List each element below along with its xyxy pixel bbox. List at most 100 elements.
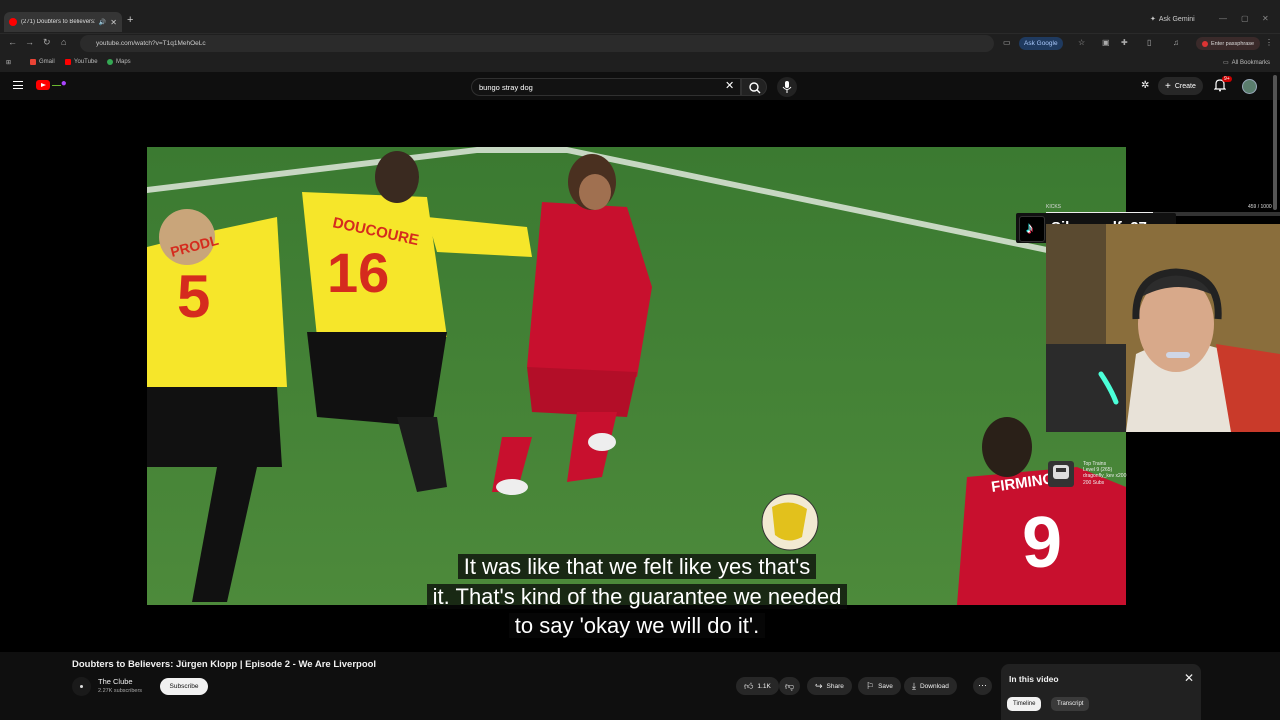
channel-name[interactable]: The Clube (98, 677, 133, 686)
bookmark-youtube[interactable]: YouTube (65, 59, 98, 65)
gmail-icon (30, 59, 36, 65)
cast-settings-icon[interactable]: ✲ (1141, 80, 1149, 91)
menu-icon[interactable] (13, 81, 23, 89)
ask-google-label: Ask Google (1024, 40, 1058, 47)
minimize-icon[interactable]: — (1219, 14, 1227, 23)
dislike-button[interactable]: 👎︎ (779, 677, 801, 695)
plus-icon: + (1165, 80, 1171, 92)
cast-icon[interactable]: ▭ (1003, 38, 1011, 47)
bookmarks-bar: ⊞ Gmail YouTube Maps ▭ All Bookmarks (0, 53, 1280, 72)
media-icon[interactable]: ♫ (1173, 38, 1179, 47)
thumbs-up-icon: 👍︎ (744, 680, 754, 691)
more-actions-icon[interactable]: ⋯ (973, 677, 992, 695)
youtube-header: ـــ● bungo stray dog ✕ ✲ + Create 9+ (0, 72, 1280, 100)
bookmark-gmail[interactable]: Gmail (30, 59, 55, 65)
subscribe-button[interactable]: Subscribe (160, 678, 208, 695)
all-bookmarks-label: All Bookmarks (1231, 59, 1271, 66)
video-frame[interactable]: 5 PRODL 16 DOUCOURE FIRMINO 9 (147, 147, 1126, 605)
subscriber-count: 2.27K subscribers (98, 688, 143, 694)
video-title: Doubters to Believers: Jürgen Klopp | Ep… (72, 659, 377, 670)
youtube-doodle-icon[interactable]: ـــ● (52, 78, 67, 89)
download-label: Download (919, 682, 949, 690)
clear-search-icon[interactable]: ✕ (725, 80, 734, 92)
video-captions: It was like that we felt like yes that's… (404, 552, 870, 641)
voice-search-button[interactable] (777, 77, 797, 97)
folder-icon: ▭ (1223, 60, 1229, 66)
address-bar[interactable]: youtube.com/watch?v=T1q1MehOeLc (80, 35, 994, 52)
football-scene-image: 5 PRODL 16 DOUCOURE FIRMINO 9 (147, 147, 1126, 605)
tab-title: (271) Doubters to Believers: (21, 19, 95, 25)
extension-icon[interactable]: ▣ (1102, 38, 1110, 47)
passphrase-label: Enter passphrase (1211, 40, 1255, 47)
create-label: Create (1174, 82, 1196, 90)
save-button[interactable]: ⚐ Save (858, 677, 901, 695)
browser-tab-strip: (271) Doubters to Believers: 🔊 ✕ + ✦ Ask… (0, 0, 1280, 34)
train-icon (1048, 461, 1074, 487)
jersey-number-9: 9 (1022, 503, 1062, 583)
tab-timeline[interactable]: Timeline (1007, 697, 1042, 711)
train-line: 200 Subs (1083, 479, 1105, 486)
puzzle-icon[interactable]: ✚ (1121, 38, 1128, 47)
jersey-number-5: 5 (177, 263, 210, 330)
download-icon: ⤓ (912, 680, 916, 691)
browser-menu-icon[interactable]: ⋮ (1265, 38, 1273, 47)
close-tab-icon[interactable]: ✕ (110, 18, 117, 27)
ask-gemini-button[interactable]: ✦ Ask Gemini (1150, 15, 1195, 24)
reload-icon[interactable]: ↻ (43, 37, 51, 48)
close-window-icon[interactable]: ✕ (1262, 14, 1269, 23)
chapters-title: In this video (1009, 674, 1059, 684)
back-icon[interactable]: ← (8, 37, 17, 47)
notification-badge: 9+ (1222, 76, 1232, 82)
ask-google-button[interactable]: Ask Google (1019, 37, 1063, 50)
new-tab-button[interactable]: + (127, 14, 133, 26)
microphone-icon (782, 81, 792, 93)
create-button[interactable]: + Create (1158, 77, 1203, 95)
bookmark-star-icon[interactable]: ☆ (1078, 38, 1085, 47)
speaker-icon[interactable]: 🔊 (99, 19, 106, 26)
like-button[interactable]: 👍︎ 1.1K (736, 677, 779, 695)
like-count: 1.1K (757, 682, 771, 690)
all-bookmarks[interactable]: ▭ All Bookmarks (1223, 59, 1271, 67)
maps-icon (107, 59, 113, 65)
apps-icon[interactable]: ⊞ (6, 59, 11, 66)
maximize-icon[interactable]: ▢ (1241, 14, 1249, 23)
gemini-icon: ✦ (1150, 16, 1156, 23)
bookmark-maps[interactable]: Maps (107, 59, 131, 65)
browser-toolbar: ← → ↻ ⌂ youtube.com/watch?v=T1q1MehOeLc (0, 34, 1280, 53)
youtube-icon (65, 59, 71, 65)
bookmark-label: Maps (116, 59, 131, 65)
close-panel-icon[interactable]: ✕ (1184, 672, 1194, 684)
browser-tab[interactable]: (271) Doubters to Believers: 🔊 ✕ (4, 12, 122, 32)
home-icon[interactable]: ⌂ (61, 37, 66, 47)
bookmark-icon: ⚐ (866, 680, 875, 691)
share-button[interactable]: ↪ Share (807, 677, 852, 695)
bookmark-label: Gmail (39, 59, 55, 65)
profile-passphrase-button[interactable]: Enter passphrase (1196, 37, 1261, 50)
kicks-label: KICKS (1046, 204, 1062, 210)
train-line: dragonfly_kev x200 (1083, 473, 1127, 480)
share-label: Share (826, 682, 844, 690)
sidepanel-icon[interactable]: ▯ (1147, 38, 1151, 47)
jersey-number-16: 16 (327, 241, 389, 304)
search-input[interactable]: bungo stray dog (471, 78, 741, 96)
bookmark-label: YouTube (74, 59, 98, 65)
webcam-image (1046, 224, 1280, 432)
page-scrollbar[interactable] (1273, 75, 1277, 210)
search-button[interactable] (741, 78, 767, 96)
tab-transcript[interactable]: Transcript (1051, 697, 1090, 711)
caption-line: It was like that we felt like yes that's (457, 554, 817, 579)
save-label: Save (878, 682, 893, 690)
youtube-logo-icon[interactable] (36, 80, 50, 90)
caption-line: it. That's kind of the guarantee we need… (426, 583, 848, 609)
search-value: bungo stray dog (479, 82, 533, 92)
account-avatar[interactable] (1242, 79, 1257, 94)
webcam-overlay (1046, 224, 1280, 432)
tiktok-icon (1019, 216, 1045, 242)
profile-dot-icon (1202, 40, 1208, 47)
download-button[interactable]: ⤓ Download (904, 677, 957, 695)
caption-line: to say 'okay we will do it'. (508, 613, 766, 638)
thumbs-down-icon: 👎︎ (785, 680, 795, 691)
kicks-count: 459 / 1000 (1248, 204, 1272, 210)
forward-icon[interactable]: → (25, 37, 34, 47)
channel-avatar[interactable] (72, 677, 91, 696)
